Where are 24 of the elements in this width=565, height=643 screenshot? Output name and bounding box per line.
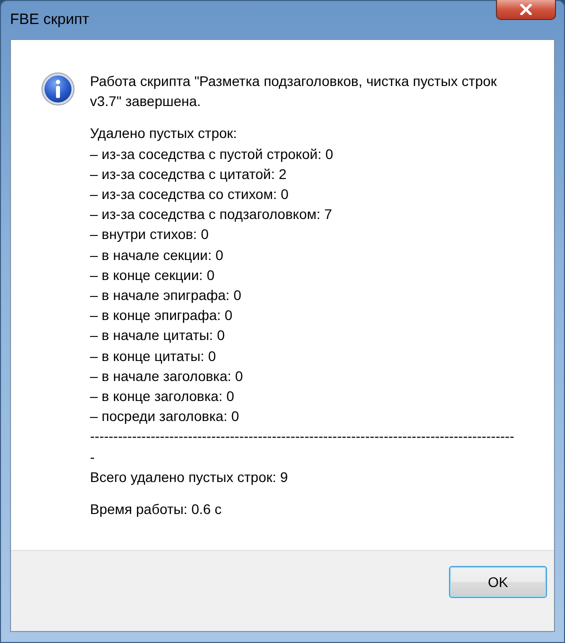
message-line: Всего удалено пустых строк: 9 — [90, 468, 289, 487]
message-line: – в начале секции: 0 — [90, 246, 224, 265]
message-line: – в начале цитаты: 0 — [90, 326, 226, 346]
message-line: – в конце цитаты: 0 — [90, 346, 217, 366]
message-line: – в начале эпиграфа: 0 — [90, 286, 242, 306]
message-line: Работа скрипта "Разметка подзаголовков, чистка пустых строк v3.7" завершена. — [90, 72, 498, 112]
message-line: – из-за соседства с цитатой: 2 — [90, 164, 288, 184]
close-icon — [520, 4, 532, 15]
message-line: – внутри стихов: 0 — [90, 225, 210, 244]
separator-text: -------------------------------------------------------------------------------------------- — [90, 427, 516, 467]
message-line: – в конце секции: 0 — [90, 266, 216, 285]
message-line: – из-за соседства с пустой строкой: 0 — [90, 144, 334, 164]
info-icon — [41, 72, 75, 106]
message-line: – из-за соседства со стихом: 0 — [90, 185, 290, 204]
message-line: Время работы: 0.6 с — [90, 500, 223, 520]
message-line: – в конце эпиграфа: 0 — [90, 306, 234, 326]
ok-button[interactable]: OK — [449, 566, 547, 598]
message-line: – посреди заголовка: 0 — [90, 407, 240, 426]
close-button[interactable] — [496, 0, 556, 20]
message-line: – из-за соседства с подзаголовком: 7 — [90, 205, 334, 224]
message-line: – в начале заголовка: 0 — [90, 366, 244, 386]
window-title: FBE скрипт — [10, 11, 90, 28]
message-line: – в конце заголовка: 0 — [90, 387, 236, 406]
message-line: Удалено пустых строк: — [90, 124, 238, 144]
